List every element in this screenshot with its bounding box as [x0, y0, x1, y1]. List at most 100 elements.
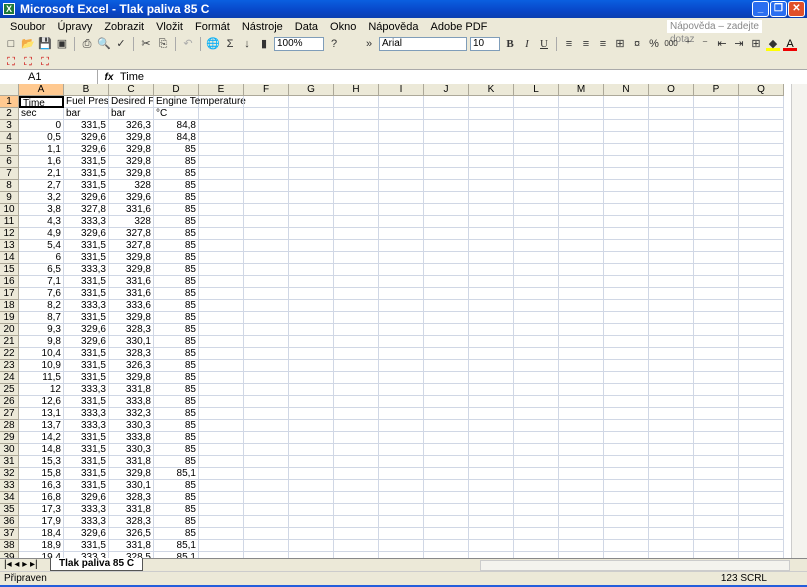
cell[interactable]	[694, 336, 739, 348]
column-header[interactable]: F	[244, 84, 289, 96]
cell[interactable]	[469, 360, 514, 372]
cell[interactable]	[334, 156, 379, 168]
cell[interactable]	[514, 444, 559, 456]
cell[interactable]	[334, 264, 379, 276]
cell[interactable]	[649, 396, 694, 408]
cell[interactable]	[379, 504, 424, 516]
cell[interactable]: 14,8	[19, 444, 64, 456]
copy-icon[interactable]: ⎘	[156, 37, 170, 51]
row-header[interactable]: 14	[0, 252, 19, 264]
new-icon[interactable]: □	[4, 37, 18, 51]
cell[interactable]	[334, 540, 379, 552]
cell[interactable]	[424, 492, 469, 504]
cell[interactable]	[424, 228, 469, 240]
cell[interactable]	[514, 540, 559, 552]
cell[interactable]	[334, 420, 379, 432]
menu-item[interactable]: Data	[289, 21, 324, 33]
cell[interactable]	[604, 444, 649, 456]
cell[interactable]	[559, 432, 604, 444]
cell[interactable]	[199, 216, 244, 228]
cell[interactable]	[604, 504, 649, 516]
cell[interactable]	[604, 468, 649, 480]
cell[interactable]	[334, 228, 379, 240]
cell[interactable]: 329,6	[64, 228, 109, 240]
font-select[interactable]: Arial	[379, 36, 467, 51]
cell[interactable]	[289, 168, 334, 180]
cell[interactable]: Desired Fu	[109, 96, 154, 108]
cell[interactable]	[739, 396, 784, 408]
cell[interactable]	[334, 108, 379, 120]
cell[interactable]: 331,5	[64, 396, 109, 408]
row-header[interactable]: 31	[0, 456, 19, 468]
cell[interactable]: 329,8	[109, 264, 154, 276]
cell[interactable]: 328,3	[109, 348, 154, 360]
cell[interactable]: 85	[154, 492, 199, 504]
row-header[interactable]: 3	[0, 120, 19, 132]
cell[interactable]	[469, 300, 514, 312]
cell[interactable]	[604, 516, 649, 528]
cell[interactable]: 330,1	[109, 480, 154, 492]
cell[interactable]	[289, 504, 334, 516]
cell[interactable]: 329,6	[109, 192, 154, 204]
row-header[interactable]: 1	[0, 96, 19, 108]
cell[interactable]: 330,3	[109, 420, 154, 432]
cell[interactable]	[514, 228, 559, 240]
cell[interactable]	[424, 456, 469, 468]
cell[interactable]: 85	[154, 324, 199, 336]
cell[interactable]	[514, 396, 559, 408]
row-header[interactable]: 25	[0, 384, 19, 396]
cell[interactable]	[694, 132, 739, 144]
cell[interactable]	[739, 348, 784, 360]
cell[interactable]	[334, 384, 379, 396]
cell[interactable]	[244, 420, 289, 432]
cell[interactable]	[469, 228, 514, 240]
sheet-nav-buttons[interactable]: |◂ ◂ ▸ ▸|	[4, 559, 38, 570]
cell[interactable]	[244, 384, 289, 396]
cell[interactable]	[604, 108, 649, 120]
cell[interactable]	[379, 228, 424, 240]
row-header[interactable]: 28	[0, 420, 19, 432]
cell[interactable]	[739, 180, 784, 192]
cell[interactable]: 329,6	[64, 192, 109, 204]
cell[interactable]	[649, 288, 694, 300]
autosum-icon[interactable]: Σ	[223, 37, 237, 51]
cell[interactable]	[469, 336, 514, 348]
cell[interactable]	[244, 492, 289, 504]
column-header[interactable]: P	[694, 84, 739, 96]
cell[interactable]	[424, 480, 469, 492]
chart-wizard-icon[interactable]: ▮	[257, 37, 271, 51]
cell[interactable]	[334, 432, 379, 444]
cell[interactable]	[469, 324, 514, 336]
cell[interactable]: 3,8	[19, 204, 64, 216]
cell[interactable]	[694, 480, 739, 492]
cell[interactable]	[379, 432, 424, 444]
row-header[interactable]: 9	[0, 192, 19, 204]
percent-icon[interactable]: %	[647, 37, 661, 51]
cell[interactable]	[739, 276, 784, 288]
cell[interactable]	[424, 348, 469, 360]
cell[interactable]	[649, 192, 694, 204]
row-header[interactable]: 7	[0, 168, 19, 180]
cell[interactable]	[514, 312, 559, 324]
cell[interactable]: 331,5	[64, 372, 109, 384]
cell[interactable]	[694, 180, 739, 192]
cell[interactable]	[424, 180, 469, 192]
column-header[interactable]: E	[199, 84, 244, 96]
cell[interactable]	[289, 312, 334, 324]
cell[interactable]: 329,6	[64, 132, 109, 144]
cell[interactable]	[739, 96, 784, 108]
cell[interactable]: 85	[154, 372, 199, 384]
column-header[interactable]: M	[559, 84, 604, 96]
cell[interactable]	[424, 516, 469, 528]
cell[interactable]	[244, 300, 289, 312]
cell[interactable]	[424, 168, 469, 180]
cell[interactable]: 8,7	[19, 312, 64, 324]
print-preview-icon[interactable]: 🔍	[97, 37, 111, 51]
cell[interactable]	[199, 276, 244, 288]
cell[interactable]	[739, 432, 784, 444]
cell[interactable]	[514, 504, 559, 516]
cell[interactable]	[289, 156, 334, 168]
cell[interactable]	[514, 384, 559, 396]
cell[interactable]	[649, 528, 694, 540]
cell[interactable]	[289, 384, 334, 396]
